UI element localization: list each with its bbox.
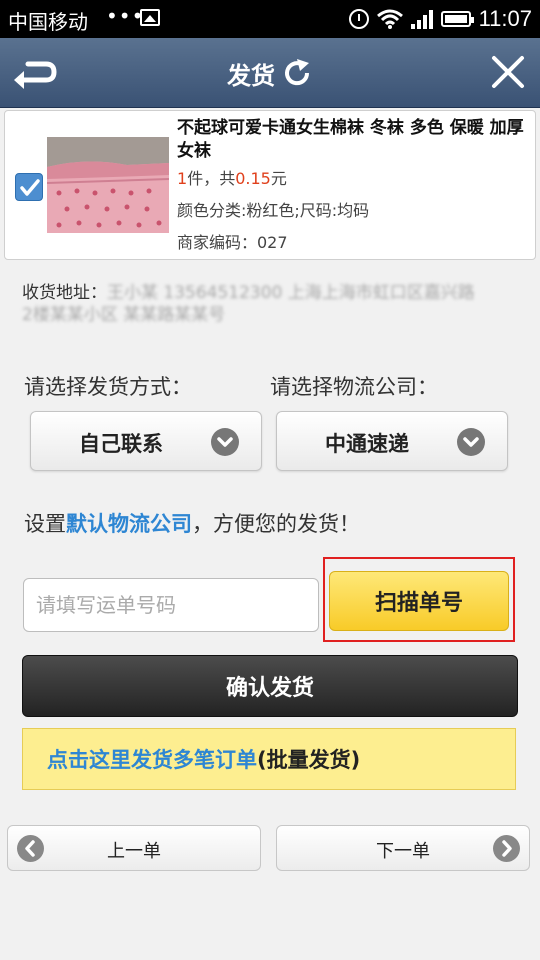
shipping-method-select[interactable]: 自己联系 [30, 411, 262, 471]
shipping-method-label: 请选择发货方式： [24, 375, 192, 399]
shipping-method-value: 自己联系 [79, 432, 163, 456]
batch-shipping-suffix: (批量发货) [257, 748, 361, 772]
close-icon [492, 56, 524, 88]
image-notification-icon [140, 9, 160, 26]
order-item-card: 不起球可爱卡通女生棉袜 冬袜 多色 保暖 加厚女袜 1件，共0.15元 颜色分类… [4, 110, 536, 260]
clock: 11:07 [478, 6, 532, 31]
item-checkbox[interactable] [15, 173, 43, 201]
app-header: 发货 [0, 38, 540, 108]
status-bar: 中国移动 ••• 11:07 [0, 0, 540, 38]
quantity-count: 1 [177, 169, 188, 188]
next-order-label: 下一单 [376, 841, 430, 862]
product-name: 不起球可爱卡通女生棉袜 冬袜 多色 保暖 加厚女袜 [177, 118, 524, 161]
battery-icon [440, 11, 474, 27]
alarm-icon [348, 9, 369, 29]
address-label: 收货地址： [22, 283, 107, 303]
checkmark-icon [20, 179, 40, 196]
hint-prefix: 设置 [24, 512, 66, 536]
confirm-shipment-button[interactable]: 确认发货 [22, 655, 518, 717]
status-icons: 11:07 [348, 5, 532, 33]
chevron-down-icon [211, 428, 239, 456]
quantity-mid-text: 件，共 [187, 169, 236, 188]
batch-shipping-banner[interactable]: 点击这里发货多笔订单 (批量发货) [22, 728, 516, 790]
close-button[interactable] [490, 54, 526, 90]
previous-order-label: 上一单 [107, 841, 161, 862]
scan-tracking-button[interactable]: 扫描单号 [329, 571, 509, 631]
product-quantity-price: 1件，共0.15元 [177, 165, 287, 189]
batch-shipping-link[interactable]: 点击这里发货多笔订单 [47, 744, 257, 774]
refresh-button[interactable] [281, 57, 313, 89]
notification-dots: ••• [106, 4, 145, 28]
tracking-number-input[interactable] [23, 578, 319, 632]
next-order-button[interactable]: 下一单 [276, 825, 530, 871]
shipping-address: 收货地址：王小某 13564512300 上海上海市虹口区嘉兴路 2楼某某小区 … [22, 282, 522, 326]
merchant-code: 商家编码：027 [177, 233, 288, 252]
chevron-right-icon [493, 835, 520, 862]
refresh-icon [285, 59, 310, 86]
product-image [47, 137, 169, 233]
page-title: 发货 [227, 61, 275, 90]
logistics-company-select[interactable]: 中通速递 [276, 411, 508, 471]
logistics-company-value: 中通速递 [325, 432, 409, 456]
previous-order-button[interactable]: 上一单 [7, 825, 261, 871]
address-value-line2: 2楼某某小区 某某路某某号 [22, 305, 226, 325]
logistics-company-label: 请选择物流公司： [270, 375, 438, 399]
chevron-down-icon [457, 428, 485, 456]
default-logistics-link[interactable]: 默认物流公司 [66, 512, 192, 536]
signal-strength-icon [410, 9, 433, 29]
wifi-icon [376, 9, 403, 29]
default-logistics-hint: 设置默认物流公司，方便您的发货！ [24, 508, 360, 538]
hint-suffix: ，方便您的发货！ [192, 512, 360, 536]
total-price: 0.15 [235, 169, 271, 188]
price-unit: 元 [270, 169, 287, 188]
carrier-name: 中国移动 [8, 10, 88, 34]
address-value-line1: 王小某 13564512300 上海上海市虹口区嘉兴路 [107, 283, 475, 303]
product-spec: 颜色分类:粉红色;尺码:均码 [177, 201, 370, 220]
